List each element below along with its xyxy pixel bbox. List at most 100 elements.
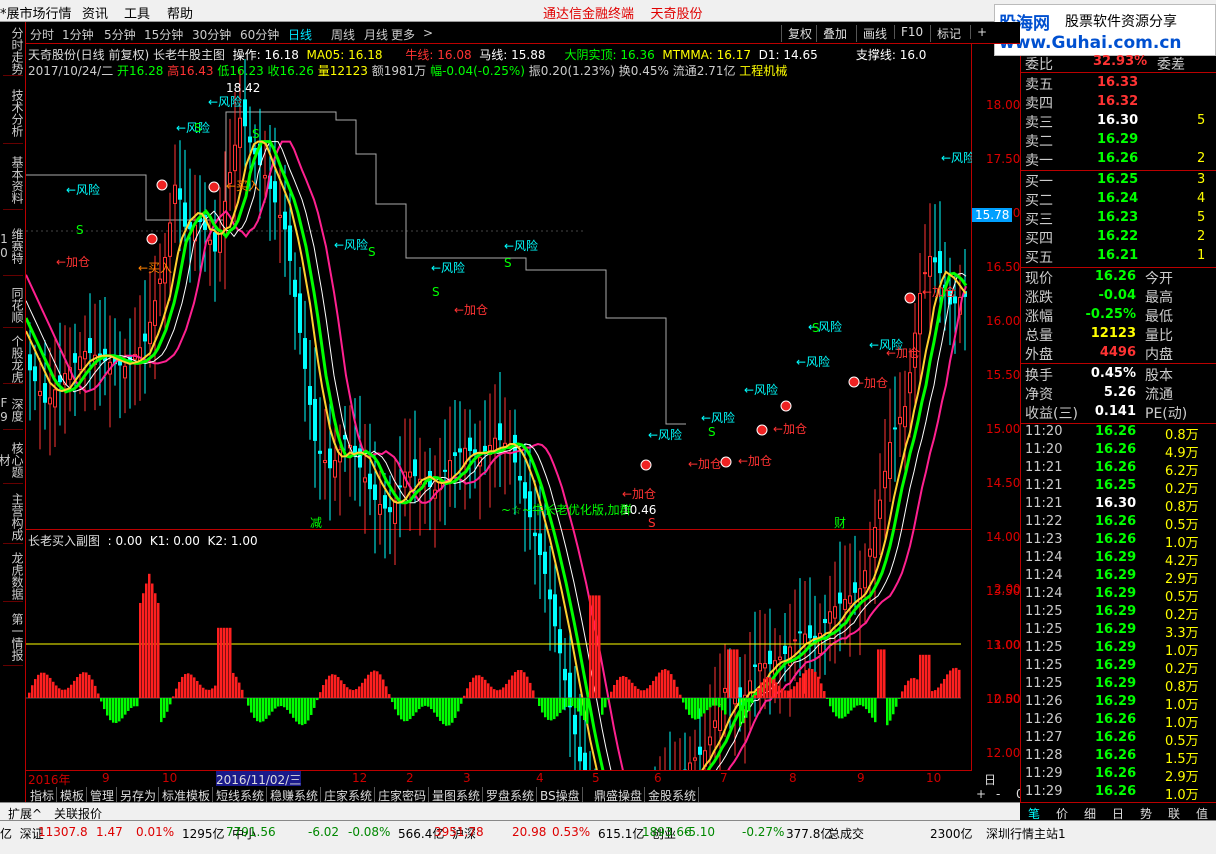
candle-body (523, 482, 527, 499)
indicator-0: 天奇股份(日线 前复权) 长老牛股主图 (28, 48, 225, 62)
cai-mark-label: 财 (834, 516, 846, 530)
timeframe-10[interactable]: > (423, 26, 433, 40)
bid-level-label: 买一 (1025, 174, 1053, 190)
date-tick-8: 5 (592, 771, 600, 785)
toolbar-btn-3[interactable]: F10 (894, 25, 923, 39)
trade-volume: 2.9万 (1165, 770, 1199, 785)
date-tick-6: 3 (463, 771, 471, 785)
signal-ball (208, 181, 220, 193)
add-label-4: ←加仓 (738, 454, 772, 468)
timeframe-2[interactable]: 5分钟 (104, 26, 136, 43)
risk-label-3: ←风险 (334, 237, 368, 252)
trade-time: 11:25 (1025, 622, 1063, 637)
candle-body (443, 469, 447, 472)
quote-tab-0[interactable]: 笔 (1028, 805, 1040, 822)
axis-btn-1[interactable]: - (996, 787, 1000, 801)
toolbar-btn-5[interactable]: + (970, 25, 987, 39)
side-tab-8[interactable]: 主营构成 (3, 490, 24, 544)
quote-label: 总量 (1025, 328, 1053, 344)
candle-body (328, 448, 332, 469)
timeframe-4[interactable]: 30分钟 (192, 26, 231, 43)
candle-body (928, 255, 932, 277)
timeframe-7[interactable]: 周线 (331, 26, 355, 43)
price-axis: 18.0017.5017.0016.5016.0015.5015.0014.50… (972, 44, 1020, 814)
date-tick-1: 9 (102, 771, 110, 785)
buy-label-1: ←买入 (226, 179, 260, 193)
trade-time: 11:29 (1025, 766, 1063, 781)
trade-price: 16.26 (1095, 514, 1137, 529)
quote-tab-4[interactable]: 势 (1140, 805, 1152, 822)
bid-level-volume: 4 (1197, 191, 1206, 206)
quote-tab-1[interactable]: 价 (1056, 805, 1068, 822)
side-tab-10[interactable]: 第一情报 (3, 608, 24, 666)
side-tab-2[interactable]: 基本资料 (3, 150, 24, 210)
add-label-1: ←加仓 (454, 303, 488, 317)
side-tab-5[interactable]: 个股龙虎 (3, 334, 24, 384)
bid-level-price: 16.22 (1097, 229, 1139, 244)
menu-market[interactable]: *展市场行情 (0, 3, 72, 22)
trade-volume: 2.9万 (1165, 572, 1199, 587)
timeframe-3[interactable]: 15分钟 (144, 26, 183, 43)
candle-body (278, 214, 282, 218)
toolbar-btn-0[interactable]: 复权 (781, 25, 812, 42)
trade-time: 11:24 (1025, 568, 1063, 583)
extension-bar: 扩展^ 关联报价 (0, 802, 1020, 821)
quote-value: -0.04 (1098, 288, 1136, 303)
ohlc-1: 开16.28 (117, 64, 164, 78)
candle-body (883, 470, 887, 489)
timeframe-6[interactable]: 日线 (288, 26, 312, 43)
trade-volume: 1.0万 (1165, 716, 1199, 731)
quote-label-2: 最低 (1145, 309, 1173, 325)
trade-time: 11:21 (1025, 460, 1063, 475)
ask-level-label: 卖二 (1025, 134, 1053, 150)
side-tab-6[interactable]: 深度F9 (0, 390, 24, 430)
timeframe-0[interactable]: 分时 (30, 26, 54, 43)
quote-tab-3[interactable]: 日 (1112, 805, 1124, 822)
candle-body (918, 293, 922, 335)
side-tab-7[interactable]: 核心题材 (0, 436, 24, 484)
trade-volume: 0.2万 (1165, 482, 1199, 497)
menu-tools[interactable]: 工具 (124, 3, 150, 22)
candle-body (878, 499, 882, 519)
candle-body (288, 225, 292, 261)
trading-terminal-window: *展市场行情 资讯 工具 帮助 通达信金融终端 天奇股份 股海网 股票软件资源分… (0, 0, 1216, 854)
side-tab-1[interactable]: 技术分析 (3, 82, 24, 144)
quote-tab-2[interactable]: 细 (1084, 805, 1096, 822)
menu-news[interactable]: 资讯 (82, 3, 108, 22)
signal-ball (640, 459, 652, 471)
toolbar-btn-4[interactable]: 标记 (930, 25, 961, 42)
timeframe-9[interactable]: 更多 (391, 26, 415, 43)
quote-tab-5[interactable]: 联 (1168, 805, 1180, 822)
trade-price: 16.29 (1095, 604, 1137, 619)
side-tab-4[interactable]: 同花顺 (3, 282, 24, 328)
candle-body (283, 211, 287, 230)
timeframe-8[interactable]: 月线 (364, 26, 388, 43)
buy-label-0: ←买入 (138, 261, 172, 275)
ticker-item-18: 2300亿 (930, 827, 973, 841)
quote-label-2: 流通 (1145, 387, 1173, 403)
side-tab-0[interactable]: 分时走势 (3, 26, 24, 76)
trade-volume: 0.8万 (1165, 428, 1199, 443)
trade-time: 11:27 (1025, 730, 1063, 745)
menu-help[interactable]: 帮助 (167, 3, 193, 22)
s-label-4: S (432, 285, 440, 299)
ask-level-label: 卖五 (1025, 77, 1053, 93)
trade-volume: 1.0万 (1165, 644, 1199, 659)
sub-tick: 2.00 (994, 582, 1021, 596)
toolbar-btn-1[interactable]: 叠加 (816, 25, 847, 42)
toolbar-btn-2[interactable]: 画线 (856, 25, 887, 42)
axis-btn-0[interactable]: + (976, 787, 986, 801)
side-tab-3[interactable]: 维赛特10 (0, 216, 24, 276)
logo-slogan: 股票软件资源分享 (1065, 14, 1177, 30)
bid-level-label: 买五 (1025, 250, 1053, 266)
ask-level-volume: 2 (1197, 151, 1206, 166)
sub-chart-panel[interactable] (26, 530, 972, 770)
divider (1021, 363, 1216, 364)
jian-mark-label: 减 (310, 516, 322, 530)
candle-body (893, 427, 897, 430)
quote-tab-6[interactable]: 值 (1196, 805, 1208, 822)
candle-body (458, 448, 462, 453)
timeframe-1[interactable]: 1分钟 (62, 26, 94, 43)
side-tab-9[interactable]: 龙虎数据 (3, 550, 24, 602)
timeframe-5[interactable]: 60分钟 (240, 26, 279, 43)
